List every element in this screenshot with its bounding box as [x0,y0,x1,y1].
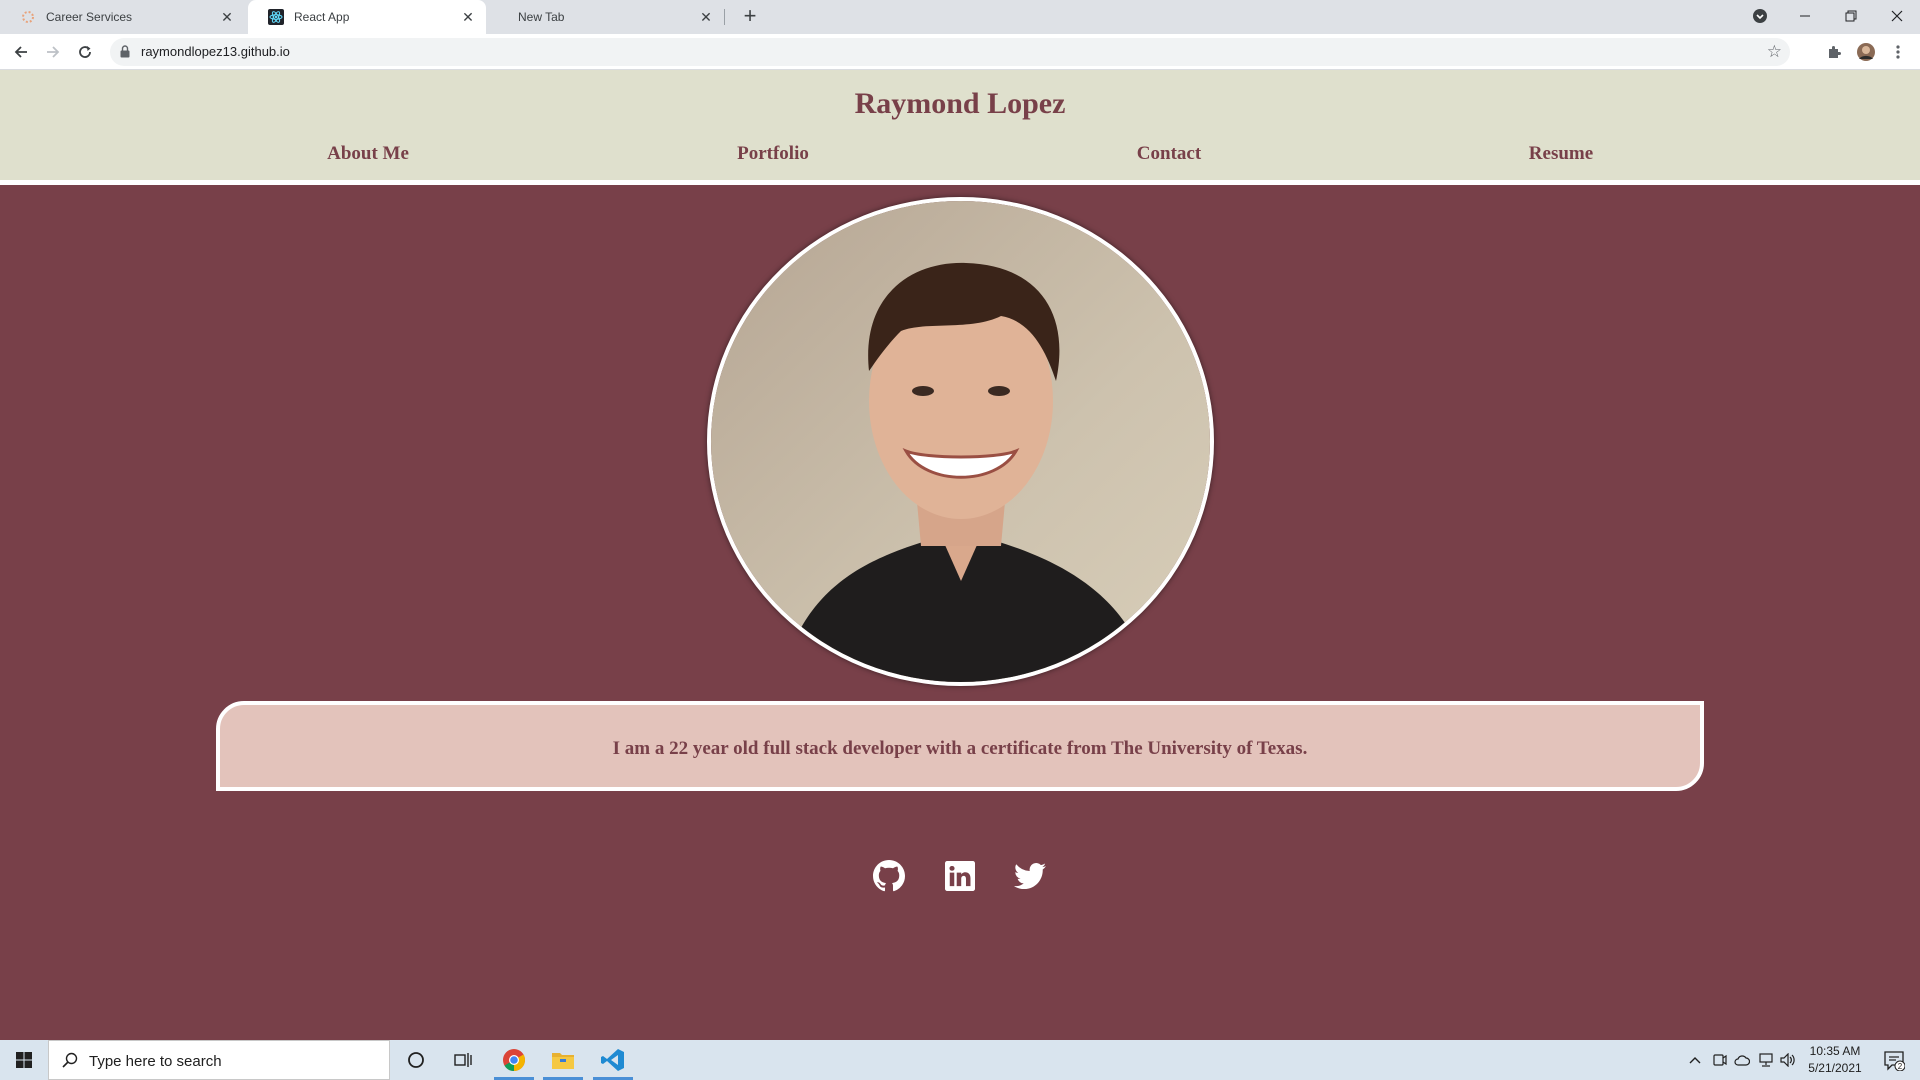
career-services-favicon-icon [20,9,36,25]
show-hidden-icons-chevron-icon[interactable] [1683,1040,1707,1080]
vscode-icon[interactable] [589,1040,637,1080]
tab-title: New Tab [518,10,565,24]
address-bar[interactable]: raymondlopez13.github.io ☆ [110,38,1790,66]
close-tab-icon[interactable]: ✕ [460,9,476,25]
cortana-icon[interactable] [392,1040,440,1080]
url-text: raymondlopez13.github.io [141,44,290,59]
profile-avatar[interactable] [1854,40,1878,64]
bio-text: I am a 22 year old full stack developer … [612,738,1308,759]
back-button[interactable] [7,38,35,66]
search-icon [62,1052,78,1073]
tab-new-tab[interactable]: New Tab ✕ [486,0,724,34]
taskbar-clock[interactable]: 10:35 AM 5/21/2021 [1800,1043,1870,1077]
react-favicon-icon [268,9,284,25]
notification-count: 2 [1898,1062,1903,1071]
windows-taskbar: Type here to search 10:35 AM 5/21/2021 2 [0,1040,1920,1080]
network-icon[interactable] [1754,1040,1778,1080]
task-view-icon[interactable] [440,1040,488,1080]
site-title: Raymond Lopez [854,87,1066,120]
clock-time: 10:35 AM [1809,1044,1861,1058]
nav-portfolio[interactable]: Portfolio [673,143,873,165]
new-tab-button[interactable]: + [738,5,762,29]
close-window-button[interactable] [1874,0,1920,32]
browser-tab-strip: Career Services ✕ React App ✕ New Tab ✕ … [0,0,1920,34]
restore-button[interactable] [1828,0,1874,32]
file-explorer-icon[interactable] [539,1040,587,1080]
close-tab-icon[interactable]: ✕ [219,9,235,25]
lock-icon[interactable] [120,45,130,63]
volume-icon[interactable] [1776,1040,1800,1080]
chrome-taskbar-icon[interactable] [490,1040,538,1080]
search-placeholder: Type here to search [89,1053,222,1070]
profile-photo [707,197,1214,686]
github-icon[interactable] [872,859,906,893]
bookmark-star-icon[interactable]: ☆ [1767,42,1782,62]
extensions-puzzle-icon[interactable] [1822,40,1846,64]
browser-menu-icon[interactable] [1886,40,1910,64]
tab-separator [724,9,725,25]
twitter-icon[interactable] [1013,859,1047,893]
nav-contact[interactable]: Contact [1069,143,1269,165]
meet-now-icon[interactable] [1708,1040,1732,1080]
tab-career-services[interactable]: Career Services ✕ [0,0,245,34]
clock-date: 5/21/2021 [1808,1061,1862,1075]
taskbar-search-input[interactable]: Type here to search [48,1040,390,1080]
forward-button[interactable] [39,38,67,66]
reload-button[interactable] [71,38,99,66]
bio-box: I am a 22 year old full stack developer … [216,701,1704,791]
site-header: Raymond Lopez About Me Portfolio Contact… [0,70,1920,185]
nav-resume[interactable]: Resume [1461,143,1661,165]
close-tab-icon[interactable]: ✕ [698,9,714,25]
tab-search-icon[interactable] [1737,0,1783,32]
linkedin-icon[interactable] [943,859,977,893]
tab-react-app[interactable]: React App ✕ [248,0,486,34]
tab-title: Career Services [46,10,133,24]
nav-about-me[interactable]: About Me [268,143,468,165]
notifications-icon[interactable]: 2 [1874,1040,1914,1080]
minimize-button[interactable] [1782,0,1828,32]
tab-title: React App [294,10,350,24]
windows-start-button[interactable] [0,1040,48,1080]
onedrive-cloud-icon[interactable] [1730,1040,1754,1080]
browser-toolbar: raymondlopez13.github.io ☆ [0,34,1920,70]
